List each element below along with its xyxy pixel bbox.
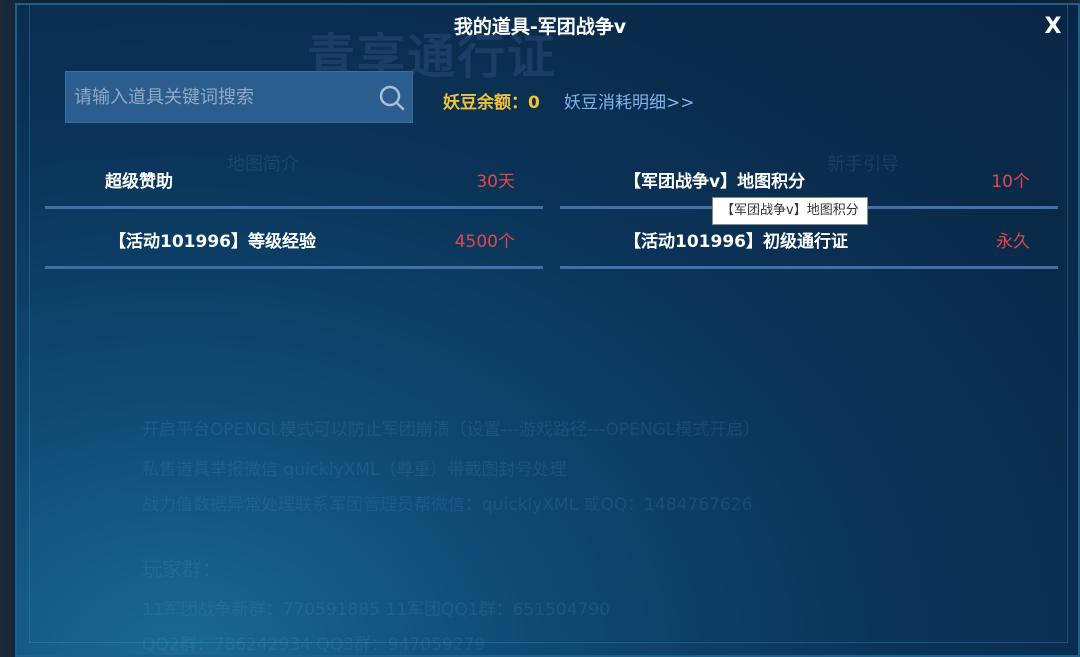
background-line: 玩家群： bbox=[142, 557, 222, 581]
item-tooltip: 【军团战争v】地图积分 bbox=[712, 197, 868, 225]
item-name: 【活动101996】等级经验 bbox=[109, 232, 316, 252]
list-item[interactable]: 超级赞助 30天 bbox=[45, 149, 543, 209]
search-icon[interactable] bbox=[377, 83, 407, 113]
balance-label: 妖豆余额：0 bbox=[443, 93, 540, 113]
background-line: 战力值数据异常处理联系军团管理员帮微信：quicklyXML 或QQ：14847… bbox=[142, 495, 753, 515]
item-quantity: 10个 bbox=[991, 172, 1030, 192]
item-quantity: 永久 bbox=[996, 232, 1030, 252]
dialog-title: 我的道具-军团战争v bbox=[453, 16, 627, 38]
item-name: 超级赞助 bbox=[105, 172, 173, 192]
close-button[interactable]: X bbox=[1040, 14, 1066, 40]
item-name: 【军团战争v】地图积分 bbox=[624, 172, 806, 192]
item-quantity: 4500个 bbox=[454, 232, 515, 252]
search-input[interactable] bbox=[74, 72, 374, 122]
background-line: 11军团战争新群：770591885 11军团QQ1群：651504790 bbox=[142, 600, 610, 620]
item-quantity: 30天 bbox=[476, 172, 515, 192]
list-item[interactable]: 【活动101996】等级经验 4500个 bbox=[45, 209, 543, 269]
consumption-details-link[interactable]: 妖豆消耗明细>> bbox=[564, 88, 695, 113]
search-box bbox=[65, 71, 413, 123]
background-line: QQ2群：786242934 QQ3群：947059279 bbox=[142, 635, 486, 655]
background-line: 开启平台OPENGL模式可以防止军团崩溃（设置---游戏路径---OPENGL模… bbox=[142, 420, 761, 440]
background-line: 私售道具举报微信 quicklyXML（尊重）带截图封号处理 bbox=[142, 460, 567, 480]
item-name: 【活动101996】初级通行证 bbox=[624, 232, 848, 252]
